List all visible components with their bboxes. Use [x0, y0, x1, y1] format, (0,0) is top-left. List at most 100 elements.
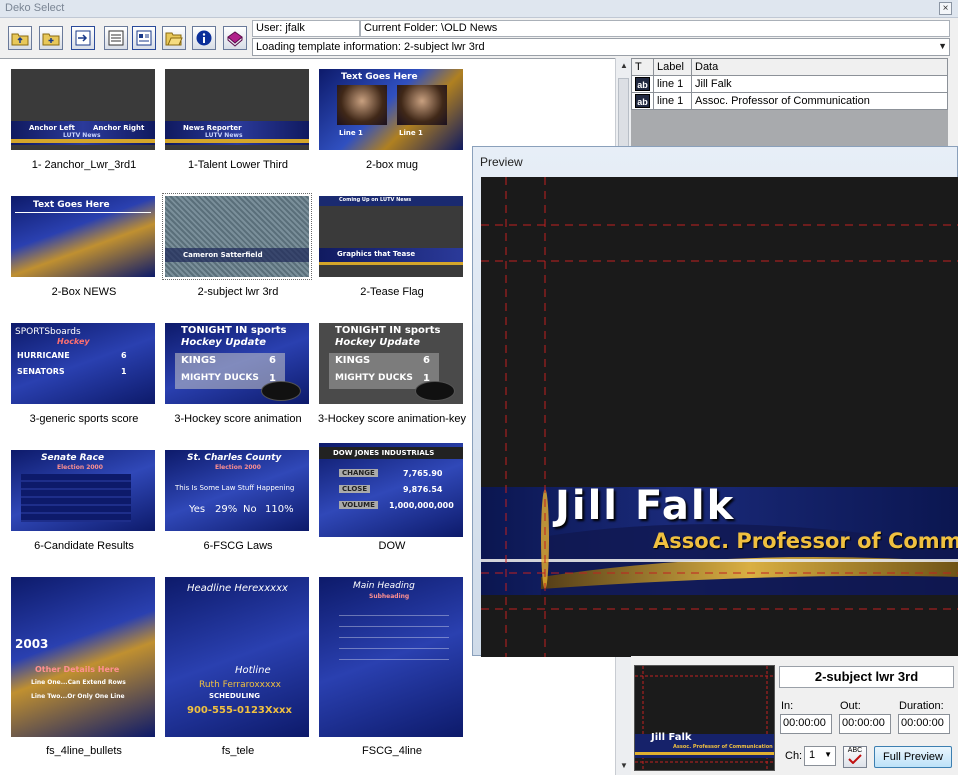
- template-item[interactable]: Text Goes Here Line 1 Line 1 2-box mug: [314, 59, 464, 171]
- scroll-up-icon[interactable]: ▲: [616, 58, 632, 74]
- thumb-text: News Reporter: [183, 124, 242, 132]
- template-thumbnail: Text Goes Here Line 1 Line 1: [319, 69, 463, 150]
- column-header-data[interactable]: Data: [691, 58, 948, 76]
- template-item[interactable]: 2003 Other Details Here Line One...Can E…: [6, 567, 156, 757]
- scroll-down-icon[interactable]: ▼: [616, 758, 632, 774]
- thumb-text: Line Two...Or Only One Line: [31, 693, 125, 700]
- thumb-text: TONIGHT IN sports: [335, 325, 441, 336]
- mini-preview: Jill Falk Assoc. Professor of Communicat…: [634, 665, 775, 771]
- template-item[interactable]: Coming Up on LUTV News Graphics that Tea…: [314, 186, 464, 298]
- thumb-text: Anchor Right: [93, 124, 145, 132]
- thumb-text: MIGHTY DUCKS: [335, 373, 413, 383]
- duration-field[interactable]: 00:00:00: [898, 714, 950, 734]
- info-button[interactable]: [192, 26, 216, 50]
- checkmark-icon: [848, 754, 862, 765]
- user-field: User: jfalk: [252, 20, 360, 37]
- template-item[interactable]: Text Goes Here 2-Box NEWS: [6, 186, 156, 298]
- thumb-text: Text Goes Here: [33, 200, 110, 210]
- detail-view-icon: [136, 30, 152, 46]
- table-cell[interactable]: Assoc. Professor of Communication: [691, 92, 948, 110]
- template-label: 2-Box NEWS: [51, 286, 117, 298]
- template-item[interactable]: TONIGHT IN sports Hockey Update KINGS MI…: [314, 313, 466, 425]
- thumb-text: SENATORS: [17, 367, 65, 376]
- table-row[interactable]: ab line 1 Assoc. Professor of Communicat…: [631, 92, 948, 110]
- template-label: 2-box mug: [366, 159, 418, 171]
- template-item[interactable]: St. Charles County Election 2000 This Is…: [160, 440, 310, 552]
- book-button[interactable]: [223, 26, 247, 50]
- thumb-text: TONIGHT IN sports: [181, 325, 287, 336]
- template-item[interactable]: DOW JONES INDUSTRIALS CHANGE CLOSE VOLUM…: [314, 440, 464, 552]
- open-folder-button[interactable]: [162, 26, 186, 50]
- thumb-text: 29%: [215, 504, 238, 515]
- status-combo[interactable]: Loading template information: 2-subject …: [252, 38, 950, 56]
- template-item[interactable]: TONIGHT IN sports Hockey Update KINGS MI…: [160, 313, 310, 425]
- template-item[interactable]: News Reporter LUTV News 1-Talent Lower T…: [160, 59, 310, 171]
- detail-view-button[interactable]: [132, 26, 156, 50]
- table-cell: ab: [631, 75, 654, 93]
- table-cell[interactable]: line 1: [653, 75, 692, 93]
- thumb-text: KINGS: [335, 355, 371, 366]
- book-icon: [227, 31, 243, 47]
- new-folder-button[interactable]: [39, 26, 63, 50]
- full-preview-button[interactable]: Full Preview: [874, 746, 952, 768]
- thumb-text: Main Heading: [353, 581, 415, 591]
- mini-subtitle: Assoc. Professor of Communication: [673, 744, 773, 750]
- folder-up-button[interactable]: [8, 26, 32, 50]
- thumb-text: Ruth Ferraroxxxxx: [199, 680, 281, 690]
- thumb-text: Anchor Left: [29, 124, 75, 132]
- spell-check-button[interactable]: ABC: [843, 746, 867, 768]
- template-thumbnail: News Reporter LUTV News: [165, 69, 309, 150]
- template-label: 2-Tease Flag: [360, 286, 424, 298]
- thumb-text: DOW JONES INDUSTRIALS: [333, 449, 435, 457]
- new-folder-icon: [42, 33, 60, 46]
- thumb-text: CHANGE: [339, 469, 378, 477]
- template-item[interactable]: Anchor Left Anchor Right LUTV News 1- 2a…: [6, 59, 156, 171]
- template-label: 3-Hockey score animation-key: [318, 413, 466, 425]
- import-button[interactable]: [71, 26, 95, 50]
- close-button[interactable]: ×: [939, 2, 952, 15]
- template-thumbnail: TONIGHT IN sports Hockey Update KINGS MI…: [165, 323, 309, 404]
- thumb-text: 6: [121, 351, 127, 360]
- thumb-text: Hotline: [235, 665, 271, 676]
- template-item[interactable]: Main Heading Subheading FSCG_4line: [314, 567, 464, 757]
- in-time-field[interactable]: 00:00:00: [780, 714, 832, 734]
- chevron-down-icon[interactable]: ▼: [938, 41, 947, 51]
- template-label: 2-subject lwr 3rd: [197, 286, 279, 298]
- portrait-image: [337, 85, 387, 125]
- field-grid: T Label Data ab line 1 Jill Falk ab line…: [631, 58, 948, 148]
- template-thumbnail: Coming Up on LUTV News Graphics that Tea…: [319, 196, 463, 277]
- table-cell: ab: [631, 92, 654, 110]
- column-header-label[interactable]: Label: [653, 58, 692, 76]
- template-label: 1-Talent Lower Third: [187, 159, 289, 171]
- thumb-text: 6: [423, 355, 430, 366]
- template-thumbnail: TONIGHT IN sports Hockey Update KINGS MI…: [319, 323, 463, 404]
- list-view-icon: [108, 30, 124, 46]
- template-item[interactable]: Senate Race Election 2000 6-Candidate Re…: [6, 440, 156, 552]
- thumb-text: No: [243, 504, 257, 515]
- table-row[interactable]: ab line 1 Jill Falk: [631, 75, 948, 93]
- table-cell[interactable]: Jill Falk: [691, 75, 948, 93]
- template-label: 1- 2anchor_Lwr_3rd1: [31, 159, 137, 171]
- table-cell[interactable]: line 1: [653, 92, 692, 110]
- thumb-text: Hockey Update: [335, 337, 420, 348]
- template-thumbnail: DOW JONES INDUSTRIALS CHANGE CLOSE VOLUM…: [319, 443, 463, 537]
- out-time-field[interactable]: 00:00:00: [839, 714, 891, 734]
- current-folder-field: Current Folder: \OLD News: [360, 20, 950, 37]
- template-item[interactable]: Headline Herexxxxx Hotline Ruth Ferrarox…: [160, 567, 310, 757]
- preview-name: Jill Falk: [555, 483, 736, 529]
- preview-graphic: [481, 177, 958, 657]
- thumb-text: Line 1: [399, 129, 423, 137]
- thumb-text: 110%: [265, 504, 294, 515]
- list-view-button[interactable]: [104, 26, 128, 50]
- template-item[interactable]: SPORTSboards Hockey HURRICANE SENATORS 6…: [6, 313, 156, 425]
- thumb-text: 1,000,000,000: [389, 501, 454, 510]
- column-header-type[interactable]: T: [631, 58, 654, 76]
- channel-select[interactable]: 1 ▼: [804, 746, 836, 766]
- thumb-text: Line One...Can Extend Rows: [31, 679, 126, 686]
- template-item[interactable]: Cameron Satterfield 2-subject lwr 3rd: [160, 186, 312, 298]
- template-thumbnail: SPORTSboards Hockey HURRICANE SENATORS 6…: [11, 323, 155, 404]
- thumb-text: Senate Race: [41, 453, 105, 463]
- thumb-text: Headline Herexxxxx: [187, 583, 288, 594]
- template-thumbnail: St. Charles County Election 2000 This Is…: [165, 450, 309, 531]
- thumb-text: Election 2000: [215, 464, 261, 471]
